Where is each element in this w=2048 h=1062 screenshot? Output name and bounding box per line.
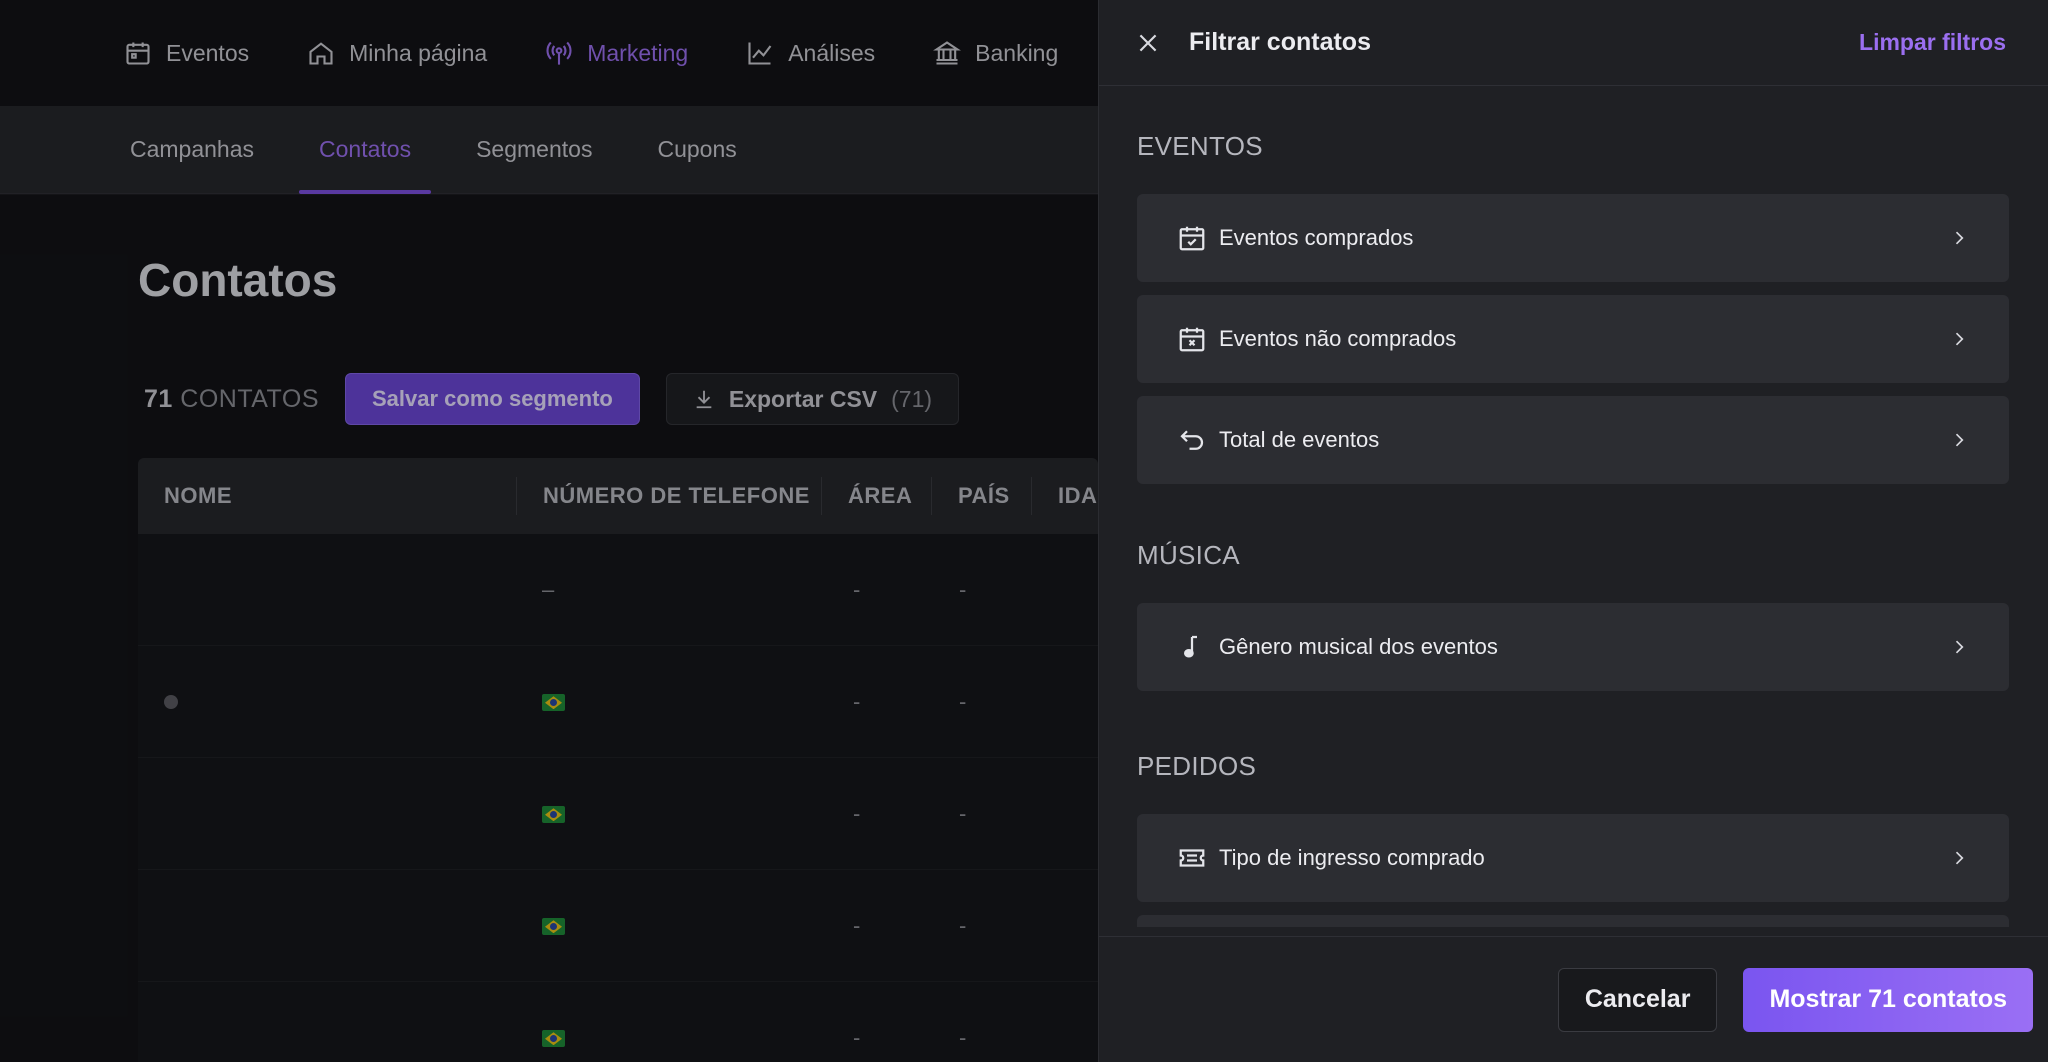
section-title-musica: MÚSICA [1137, 540, 1240, 570]
drawer-footer: Cancelar Mostrar 71 contatos [1099, 936, 2048, 1062]
undo-arrow-icon [1180, 430, 1204, 450]
filter-eventos-nao-comprados[interactable]: Eventos não comprados [1137, 295, 2009, 383]
filter-eventos-comprados[interactable]: Eventos comprados [1137, 194, 2009, 282]
filter-label: Eventos não comprados [1219, 326, 1457, 351]
chevron-right-icon [1955, 433, 1964, 447]
chevron-right-icon [1955, 231, 1964, 245]
filter-drawer: Filtrar contatos Limpar filtros EVENTOS … [1098, 0, 2048, 1062]
filter-genero-musical[interactable]: Gênero musical dos eventos [1137, 603, 2009, 691]
filter-label: Eventos comprados [1219, 225, 1414, 250]
drawer-body[interactable]: EVENTOS Eventos comprados Eventos não co… [1099, 87, 2048, 936]
show-contacts-button[interactable]: Mostrar 71 contatos [1743, 967, 2033, 1032]
calendar-check-icon [1179, 226, 1205, 251]
section-title-pedidos: PEDIDOS [1137, 751, 1257, 781]
section-title-eventos: EVENTOS [1137, 131, 1263, 161]
calendar-x-icon [1179, 327, 1205, 352]
chevron-right-icon [1955, 332, 1964, 346]
filter-label: Tipo de ingresso comprado [1219, 845, 1485, 870]
chevron-right-icon [1955, 851, 1964, 865]
chevron-right-icon [1955, 640, 1964, 654]
filter-label: Gênero musical dos eventos [1219, 634, 1498, 659]
close-icon[interactable] [1135, 30, 1161, 56]
drawer-header: Filtrar contatos Limpar filtros [1099, 0, 2048, 86]
filter-tipo-ingresso[interactable]: Tipo de ingresso comprado [1137, 814, 2009, 902]
cancel-button[interactable]: Cancelar [1557, 967, 1718, 1032]
modal-backdrop[interactable] [0, 0, 1098, 1062]
drawer-title: Filtrar contatos [1189, 28, 1371, 56]
filter-partial-next[interactable] [1137, 915, 2009, 927]
filter-total-de-eventos[interactable]: Total de eventos [1137, 396, 2009, 484]
ticket-icon [1179, 849, 1205, 867]
filter-label: Total de eventos [1219, 427, 1380, 452]
clear-filters-link[interactable]: Limpar filtros [1859, 29, 2006, 56]
music-note-icon [1184, 635, 1197, 658]
